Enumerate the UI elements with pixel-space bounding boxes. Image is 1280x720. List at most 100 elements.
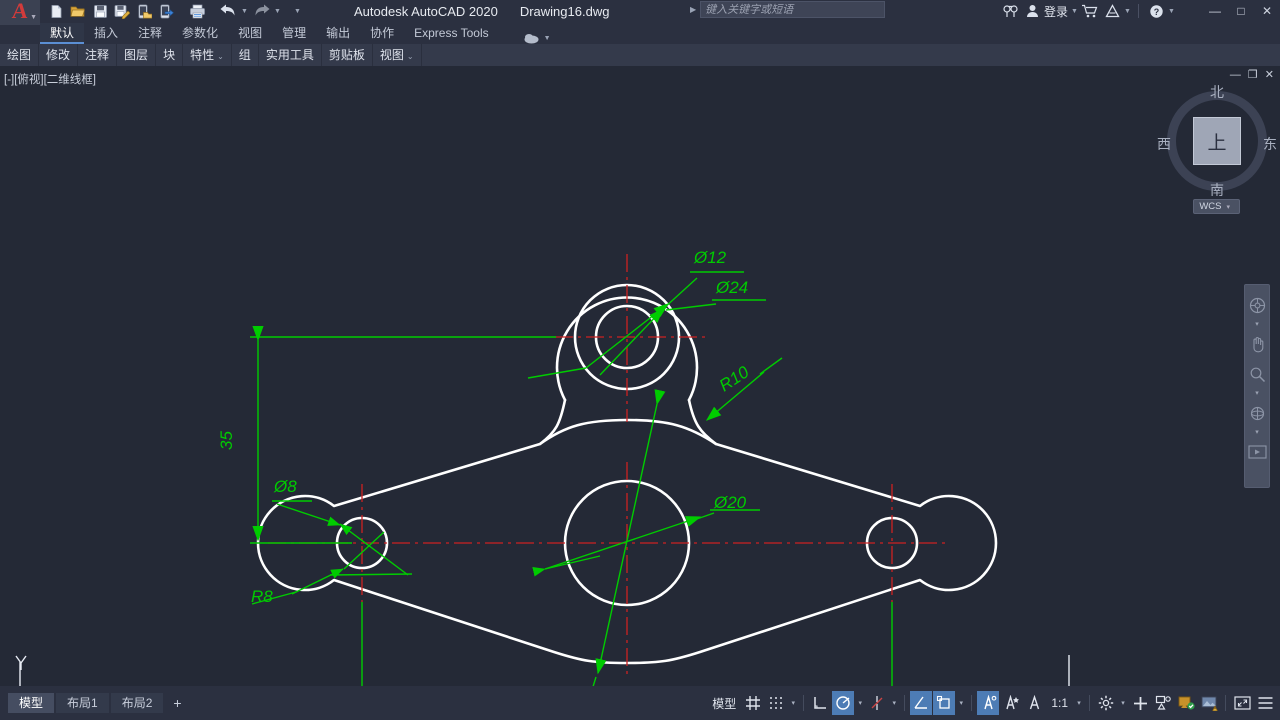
panel-block[interactable]: 块 (156, 44, 184, 66)
view-cube-top-face[interactable]: 上 (1193, 117, 1241, 165)
steering-wheel-icon[interactable] (1245, 291, 1269, 319)
ucs-dropdown-icon[interactable]: ▾ (956, 699, 966, 707)
view-cube-north-label[interactable]: 北 (1162, 82, 1272, 102)
chevron-right-icon[interactable]: ▶ (690, 5, 696, 14)
pan-hand-icon[interactable] (1245, 330, 1269, 358)
expand-arrow-icon[interactable]: ⌄ (407, 52, 414, 61)
tab-insert[interactable]: 插入 (84, 23, 128, 44)
view-cube-west-label[interactable]: 西 (1157, 134, 1171, 154)
application-menu-button[interactable]: A ▼ (0, 0, 40, 25)
tab-annotate[interactable]: 注释 (128, 23, 172, 44)
undo-icon[interactable] (218, 1, 238, 21)
panel-clipboard[interactable]: 剪贴板 (322, 44, 373, 66)
help-icon[interactable]: ? (1145, 1, 1167, 21)
viewport-label[interactable]: [-][俯视][二维线框] (4, 71, 96, 87)
tab-collaborate[interactable]: 协作 (360, 23, 404, 44)
chevron-down-icon[interactable]: ▾ (1255, 390, 1259, 397)
tab-default[interactable]: 默认 (40, 23, 85, 44)
account-dropdown-icon[interactable]: ▼ (1070, 8, 1079, 15)
login-label[interactable]: 登录 (1044, 3, 1068, 20)
minimize-window-button[interactable]: — (1202, 0, 1228, 22)
chevron-down-icon[interactable]: ▼ (543, 35, 552, 42)
view-cube-east-label[interactable]: 东 (1263, 134, 1277, 154)
clean-screen-icon[interactable] (1231, 691, 1253, 715)
open-from-web-icon[interactable] (156, 1, 176, 21)
panel-properties[interactable]: 特性 ⌄ (183, 44, 232, 66)
open-file-icon[interactable] (68, 1, 88, 21)
snap-dropdown-icon[interactable]: ▾ (788, 699, 798, 707)
search-input[interactable] (700, 1, 886, 18)
snap-mode-icon[interactable] (765, 691, 787, 715)
orbit-icon[interactable] (1245, 399, 1269, 427)
app-dropdown-icon[interactable]: ▼ (1123, 8, 1132, 15)
zoom-extents-icon[interactable] (1245, 360, 1269, 388)
cad-drawing[interactable]: Ø12 Ø24 R10 35 Ø8 R8 Ø20 Ø40 90 (0, 66, 1280, 686)
customization-plus-icon[interactable] (1129, 691, 1151, 715)
polar-dropdown-icon[interactable]: ▾ (855, 699, 865, 707)
isolate-objects-icon[interactable] (1152, 691, 1174, 715)
user-account-icon[interactable] (1022, 1, 1044, 21)
redo-icon[interactable] (251, 1, 271, 21)
showmotion-icon[interactable] (1245, 438, 1269, 466)
ucs-display-icon[interactable] (933, 691, 956, 715)
view-cube[interactable]: 北 南 西 东 上 (1157, 84, 1277, 198)
chevron-down-icon[interactable]: ▾ (1255, 321, 1259, 328)
tab-express-tools[interactable]: Express Tools (404, 23, 498, 44)
layout-tab-layout1[interactable]: 布局1 (56, 693, 109, 713)
scale-dropdown-icon[interactable]: ▾ (1074, 699, 1084, 707)
viewport-minimize-button[interactable]: — (1230, 69, 1241, 81)
viewport-close-button[interactable]: ✕ (1265, 69, 1274, 81)
chevron-down-icon[interactable]: ▾ (1255, 429, 1259, 436)
maximize-window-button[interactable]: □ (1228, 0, 1254, 22)
viewport-restore-button[interactable]: ❐ (1248, 69, 1258, 81)
workspace-dropdown-icon[interactable]: ▾ (1118, 699, 1128, 707)
ortho-mode-icon[interactable] (809, 691, 831, 715)
save-icon[interactable] (90, 1, 110, 21)
panel-modify[interactable]: 修改 (39, 44, 79, 66)
annotation-scale-value[interactable]: 1:1 (1046, 691, 1073, 715)
tab-view[interactable]: 视图 (228, 23, 272, 44)
plot-icon[interactable] (187, 1, 207, 21)
tab-manage[interactable]: 管理 (272, 23, 316, 44)
expand-arrow-icon[interactable]: ⌄ (217, 52, 224, 61)
customize-qat-icon[interactable]: ▼ (293, 8, 302, 15)
ucs-selector-button[interactable]: WCS (1193, 199, 1240, 214)
help-dropdown-icon[interactable]: ▼ (1167, 8, 1176, 15)
panel-utilities[interactable]: 实用工具 (259, 44, 322, 66)
annotation-scale-change-icon[interactable] (1023, 691, 1045, 715)
tab-output[interactable]: 输出 (316, 23, 360, 44)
panel-groups[interactable]: 组 (232, 44, 259, 66)
panel-annotation[interactable]: 注释 (78, 44, 118, 66)
panel-view[interactable]: 视图 ⌄ (373, 44, 422, 66)
undo-dropdown-icon[interactable]: ▼ (240, 8, 249, 15)
new-file-icon[interactable] (46, 1, 66, 21)
new-layout-button[interactable]: + (165, 693, 189, 713)
model-space-button[interactable]: 模型 (707, 691, 741, 715)
autoscale-icon[interactable] (1000, 691, 1022, 715)
drawing-status-icon[interactable] (1198, 691, 1220, 715)
osnap-tracking-dropdown-icon[interactable]: ▾ (889, 699, 899, 707)
grid-display-icon[interactable] (742, 691, 764, 715)
annotation-visibility-icon[interactable] (977, 691, 1000, 715)
save-as-icon[interactable] (112, 1, 132, 21)
panel-layers[interactable]: 图层 (117, 44, 157, 66)
layout-tab-layout2[interactable]: 布局2 (110, 693, 164, 713)
tab-parametric[interactable]: 参数化 (172, 23, 228, 44)
save-to-web-icon[interactable] (134, 1, 154, 21)
redo-dropdown-icon[interactable]: ▼ (273, 8, 282, 15)
object-snap-icon[interactable] (910, 691, 933, 715)
autodesk-app-icon[interactable] (1101, 1, 1123, 21)
workspace-switch-icon[interactable] (1095, 691, 1117, 715)
drawing-canvas[interactable]: [-][俯视][二维线框] — ❐ ✕ Ø12 Ø24 R10 35 Ø8 R8… (0, 66, 1280, 686)
chevron-down-icon[interactable]: ▼ (30, 14, 37, 21)
layout-tab-model[interactable]: 模型 (8, 693, 55, 713)
view-cube-south-label[interactable]: 南 (1162, 180, 1272, 200)
object-snap-tracking-icon[interactable] (866, 691, 888, 715)
customization-menu-icon[interactable] (1254, 691, 1276, 715)
cart-icon[interactable] (1079, 1, 1101, 21)
polar-tracking-icon[interactable] (832, 691, 855, 715)
search-icon[interactable] (1000, 1, 1022, 21)
panel-draw[interactable]: 绘图 (0, 44, 40, 66)
cloud-dropdown-button[interactable]: ▼ (523, 32, 552, 44)
hardware-acceleration-icon[interactable] (1175, 691, 1197, 715)
